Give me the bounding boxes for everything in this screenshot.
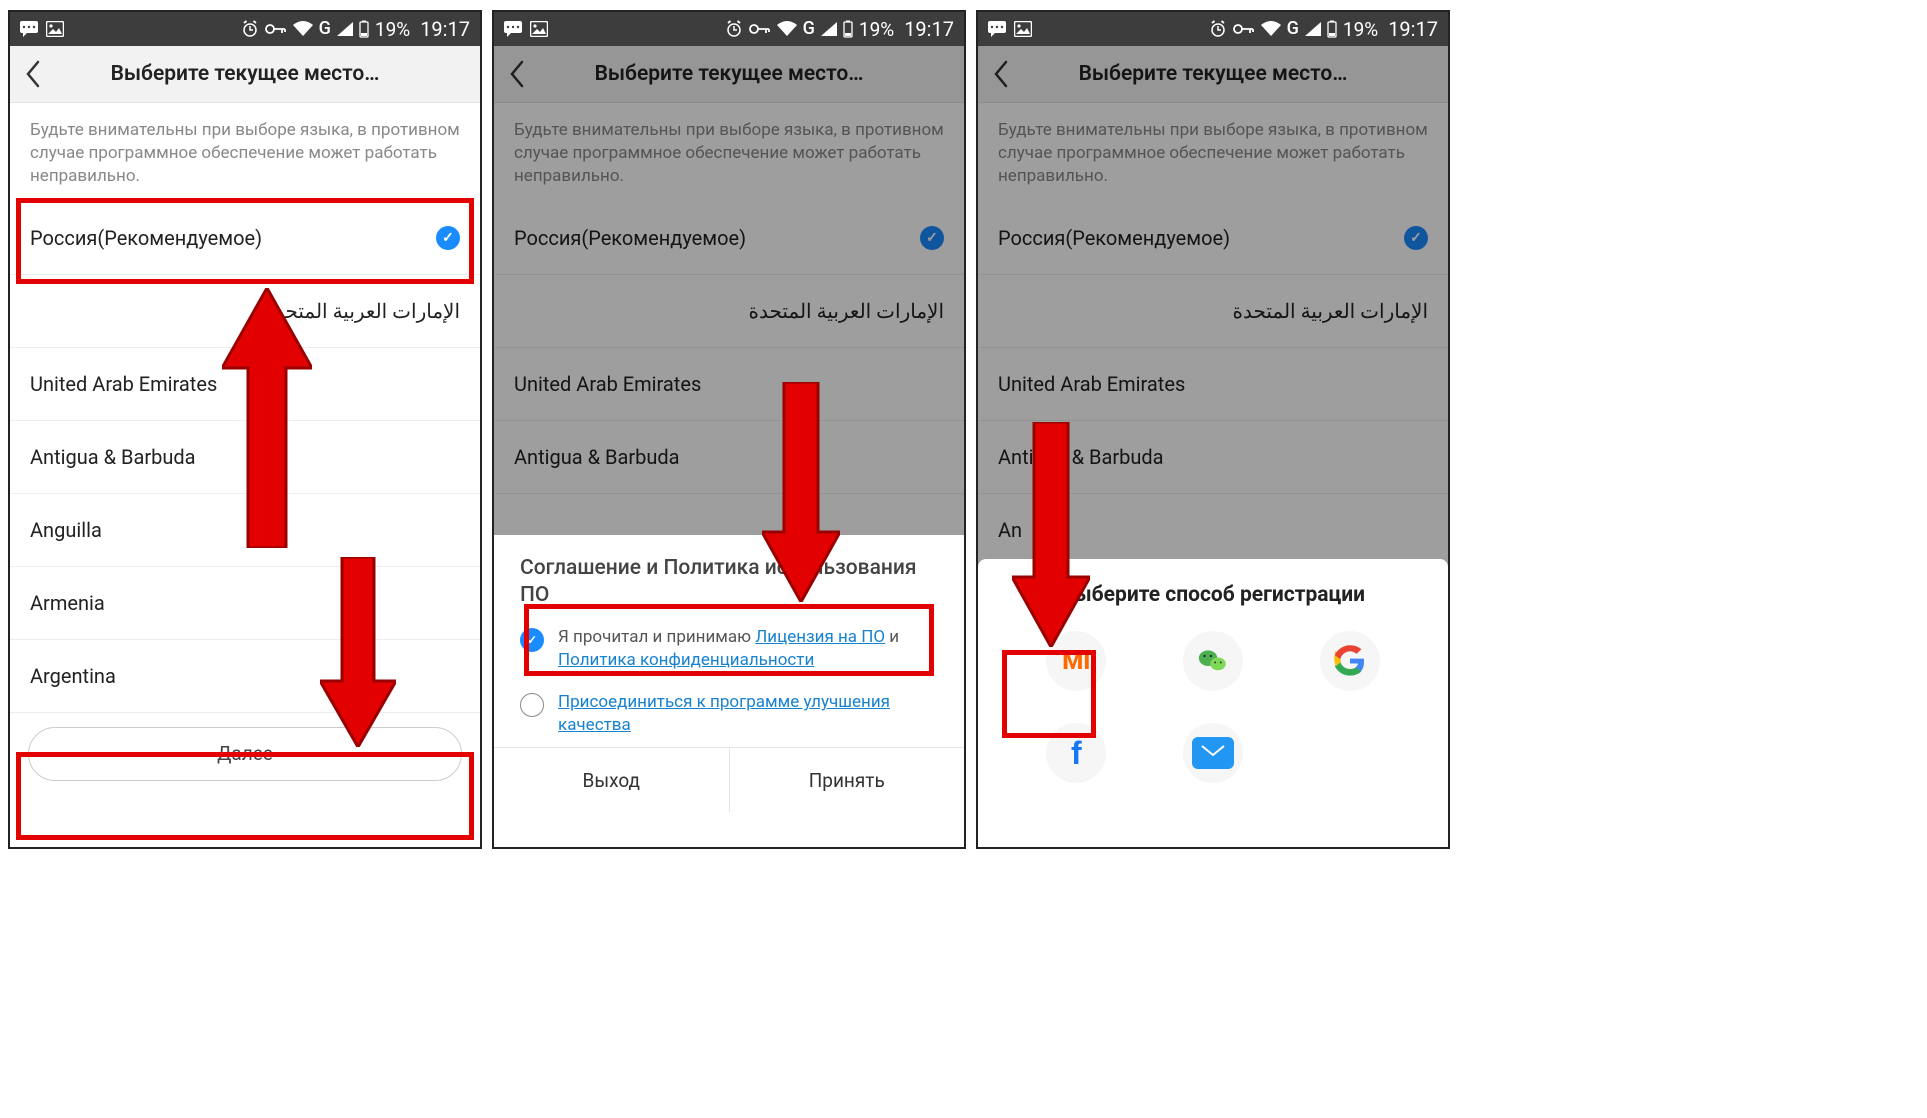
agreement-accept-row[interactable]: ✓ Я прочитал и принимаю Лицензия на ПО и… xyxy=(494,616,964,682)
improve-link[interactable]: Присоединиться к программе улучшения кач… xyxy=(558,692,890,735)
register-icon-grid: MI f xyxy=(978,625,1448,789)
status-left xyxy=(988,21,1032,37)
signal-icon xyxy=(821,22,837,36)
battery-icon xyxy=(843,20,853,38)
next-button[interactable]: Далее xyxy=(28,727,462,781)
location-list: Россия(Рекомендуемое) ✓ الإمارات العربية… xyxy=(10,202,480,713)
battery-icon xyxy=(359,20,369,38)
back-button[interactable] xyxy=(10,46,56,102)
alarm-icon xyxy=(241,20,259,38)
screenshot-panel-1: G 19% 19:17 Выберите текущее место… Будь… xyxy=(8,10,482,849)
signal-icon xyxy=(337,22,353,36)
location-row-anguilla[interactable]: Anguilla xyxy=(10,494,480,567)
wifi-icon xyxy=(293,21,313,37)
status-right: G 19% 19:17 xyxy=(241,17,470,41)
agreement-sheet: Соглашение и Политика использования ПО ✓… xyxy=(494,535,964,847)
advisory-text: Будьте внимательны при выборе языка, в п… xyxy=(10,103,480,202)
privacy-link[interactable]: Политика конфиденциальности xyxy=(558,650,814,670)
screenshot-panel-3: G 19% 19:17 Выберите текущее место… Будь… xyxy=(976,10,1450,849)
register-email[interactable] xyxy=(1145,717,1282,789)
register-title: Выберите способ регистрации xyxy=(978,559,1448,625)
exit-button[interactable]: Выход xyxy=(494,748,730,812)
image-icon xyxy=(46,21,64,37)
checkbox-unchecked-icon[interactable] xyxy=(520,693,544,717)
wifi-icon xyxy=(1261,21,1281,37)
location-row-uae[interactable]: United Arab Emirates xyxy=(10,348,480,421)
google-icon xyxy=(1320,631,1380,691)
image-icon xyxy=(1014,21,1032,37)
register-sheet: Выберите способ регистрации MI f xyxy=(978,559,1448,847)
alarm-icon xyxy=(725,20,743,38)
sms-icon xyxy=(20,21,40,37)
battery-percent: 19% xyxy=(859,18,894,41)
status-left xyxy=(504,21,548,37)
agreement-actions: Выход Принять xyxy=(494,747,964,812)
register-google[interactable] xyxy=(1281,625,1418,697)
license-link[interactable]: Лицензия на ПО xyxy=(755,627,885,647)
location-label: Argentina xyxy=(30,664,116,688)
wechat-icon xyxy=(1183,631,1243,691)
clock-time: 19:17 xyxy=(420,17,470,41)
vpn-key-icon xyxy=(1233,23,1255,35)
battery-percent: 19% xyxy=(375,18,410,41)
clock-time: 19:17 xyxy=(904,17,954,41)
network-type-icon: G xyxy=(319,20,331,38)
location-row-armenia[interactable]: Armenia xyxy=(10,567,480,640)
app-header: Выберите текущее место… xyxy=(10,46,480,103)
status-right: G 19% 19:17 xyxy=(725,17,954,41)
network-type-icon: G xyxy=(1287,20,1299,38)
location-label: Armenia xyxy=(30,591,105,615)
battery-icon xyxy=(1327,20,1337,38)
location-label: United Arab Emirates xyxy=(30,372,217,396)
agreement-improve-text: Присоединиться к программе улучшения кач… xyxy=(558,691,938,737)
agreement-improve-row[interactable]: Присоединиться к программе улучшения кач… xyxy=(494,681,964,747)
location-label: الإمارات العربية المتحدة xyxy=(264,299,460,323)
location-label: Antigua & Barbuda xyxy=(30,445,196,469)
location-row-antigua[interactable]: Antigua & Barbuda xyxy=(10,421,480,494)
status-bar: G 19% 19:17 xyxy=(978,12,1448,46)
agreement-title: Соглашение и Политика использования ПО xyxy=(494,535,964,616)
location-row-recommended[interactable]: Россия(Рекомендуемое) ✓ xyxy=(10,202,480,275)
status-bar: G 19% 19:17 xyxy=(494,12,964,46)
wifi-icon xyxy=(777,21,797,37)
agreement-accept-text: Я прочитал и принимаю Лицензия на ПО и П… xyxy=(558,626,938,672)
sms-icon xyxy=(988,21,1008,37)
mi-icon: MI xyxy=(1046,631,1106,691)
screenshot-panel-2: G 19% 19:17 Выберите текущее место… Будь… xyxy=(492,10,966,849)
alarm-icon xyxy=(1209,20,1227,38)
vpn-key-icon xyxy=(265,23,287,35)
email-icon xyxy=(1183,723,1243,783)
location-label: Россия(Рекомендуемое) xyxy=(30,226,262,250)
network-type-icon: G xyxy=(803,20,815,38)
battery-percent: 19% xyxy=(1343,18,1378,41)
register-mi[interactable]: MI xyxy=(1008,625,1145,697)
register-empty xyxy=(1281,717,1418,789)
location-row-argentina[interactable]: Argentina xyxy=(10,640,480,713)
vpn-key-icon xyxy=(749,23,771,35)
status-left xyxy=(20,21,64,37)
status-bar: G 19% 19:17 xyxy=(10,12,480,46)
image-icon xyxy=(530,21,548,37)
accept-button[interactable]: Принять xyxy=(730,748,965,812)
page-title: Выберите текущее место… xyxy=(56,62,480,86)
facebook-icon: f xyxy=(1046,723,1106,783)
location-label: Anguilla xyxy=(30,518,102,542)
check-icon: ✓ xyxy=(436,226,460,250)
checkbox-checked-icon[interactable]: ✓ xyxy=(520,628,544,652)
register-wechat[interactable] xyxy=(1145,625,1282,697)
clock-time: 19:17 xyxy=(1388,17,1438,41)
status-right: G 19% 19:17 xyxy=(1209,17,1438,41)
signal-icon xyxy=(1305,22,1321,36)
register-facebook[interactable]: f xyxy=(1008,717,1145,789)
location-row-uae-arabic[interactable]: الإمارات العربية المتحدة xyxy=(10,275,480,348)
sms-icon xyxy=(504,21,524,37)
